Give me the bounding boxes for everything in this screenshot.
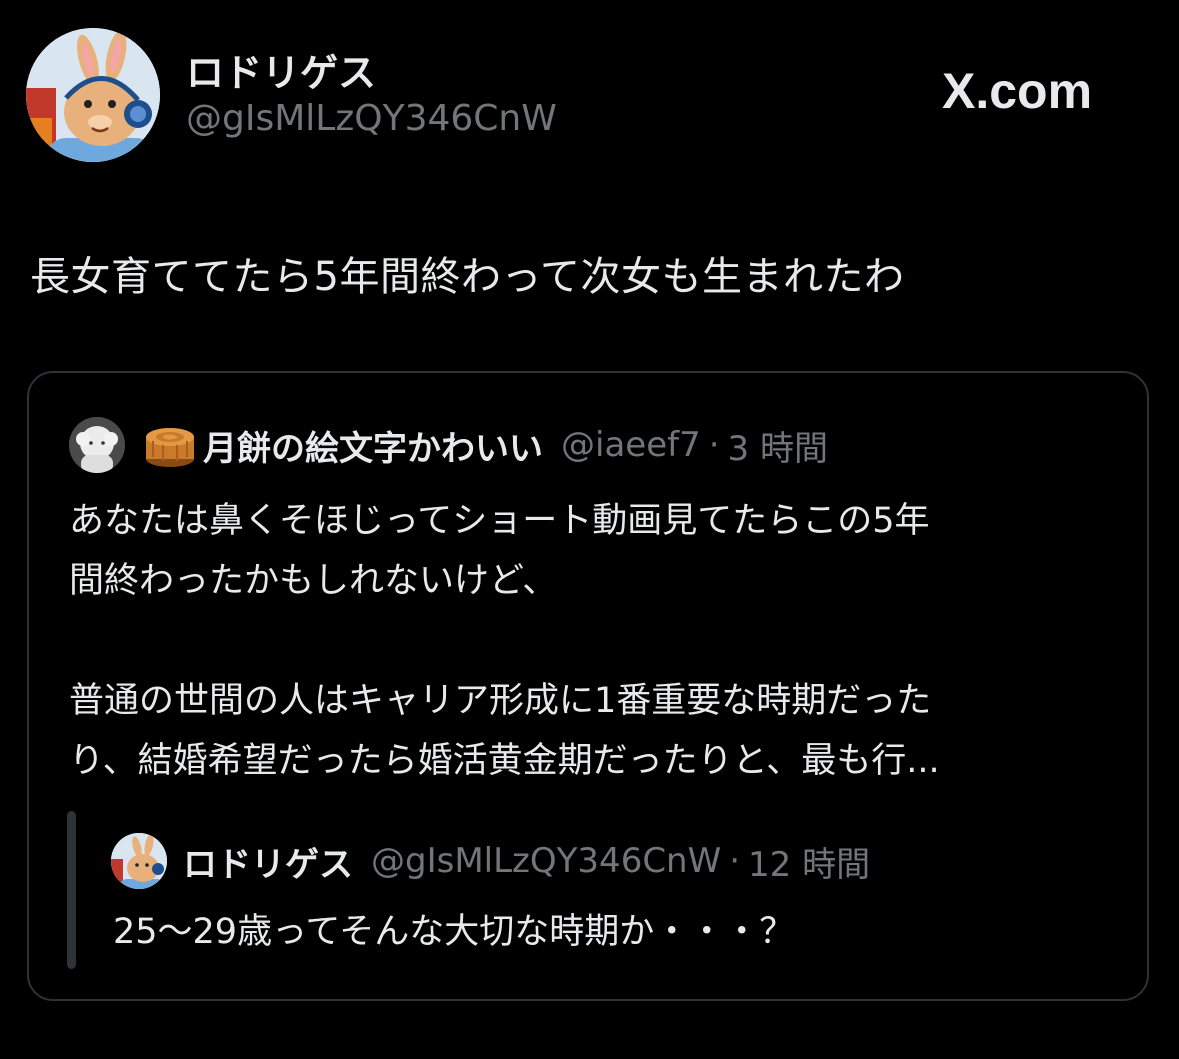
brand-logo: X.com: [942, 62, 1092, 120]
quote-display-name[interactable]: 月餅の絵文字かわいい: [203, 421, 543, 470]
nested-separator: ·: [729, 841, 741, 881]
quote-line: 普通の世間の人はキャリア形成に1番重要な時期だった: [69, 681, 932, 721]
quote-body: あなたは鼻くそほじってショート動画見てたらこの5年 間終わったかもしれないけど、…: [69, 491, 1129, 791]
nested-handle[interactable]: @gIsMlLzQY346CnW: [371, 841, 721, 881]
author-handle[interactable]: @gIsMlLzQY346CnW: [186, 98, 557, 139]
quote-line: 間終わったかもしれないけど、: [69, 561, 558, 601]
brand-label: X.com: [942, 63, 1093, 119]
quote-separator: ·: [708, 425, 720, 465]
quote-line: あなたは鼻くそほじってショート動画見てたらこの5年: [69, 501, 930, 541]
quote-avatar[interactable]: [69, 417, 125, 473]
thread-line: [67, 811, 76, 969]
tweet-text: 長女育ててたら5年間終わって次女も生まれたわ: [30, 254, 905, 300]
mooncake-emoji: [143, 421, 197, 469]
rabbit-avatar-icon: [26, 28, 160, 162]
quote-line: り、結婚希望だったら婚活黄金期だったりと、最も行...: [69, 741, 940, 781]
quote-handle[interactable]: @iaeef7: [561, 425, 701, 465]
nested-display-name[interactable]: ロドリゲス: [183, 837, 353, 886]
quote-header: 月餅の絵文字かわいい @iaeef7 · 3 時間: [69, 415, 828, 475]
nested-timestamp[interactable]: 12 時間: [748, 837, 870, 886]
quote-line-gap: [69, 611, 1129, 671]
plush-avatar-icon: [69, 417, 125, 473]
mooncake-icon: [146, 428, 194, 467]
rabbit-avatar-icon: [111, 833, 167, 889]
nested-avatar[interactable]: [111, 833, 167, 889]
author-avatar[interactable]: [26, 28, 160, 162]
author-display-name[interactable]: ロドリゲス: [186, 42, 376, 97]
quote-timestamp[interactable]: 3 時間: [728, 421, 828, 470]
nested-quote-text: 25〜29歳ってそんな大切な時期か・・・？: [113, 912, 795, 952]
quote-card[interactable]: 月餅の絵文字かわいい @iaeef7 · 3 時間 あなたは鼻くそほじってショー…: [27, 371, 1149, 1001]
nested-quote-header: ロドリゲス @gIsMlLzQY346CnW · 12 時間: [111, 833, 870, 889]
